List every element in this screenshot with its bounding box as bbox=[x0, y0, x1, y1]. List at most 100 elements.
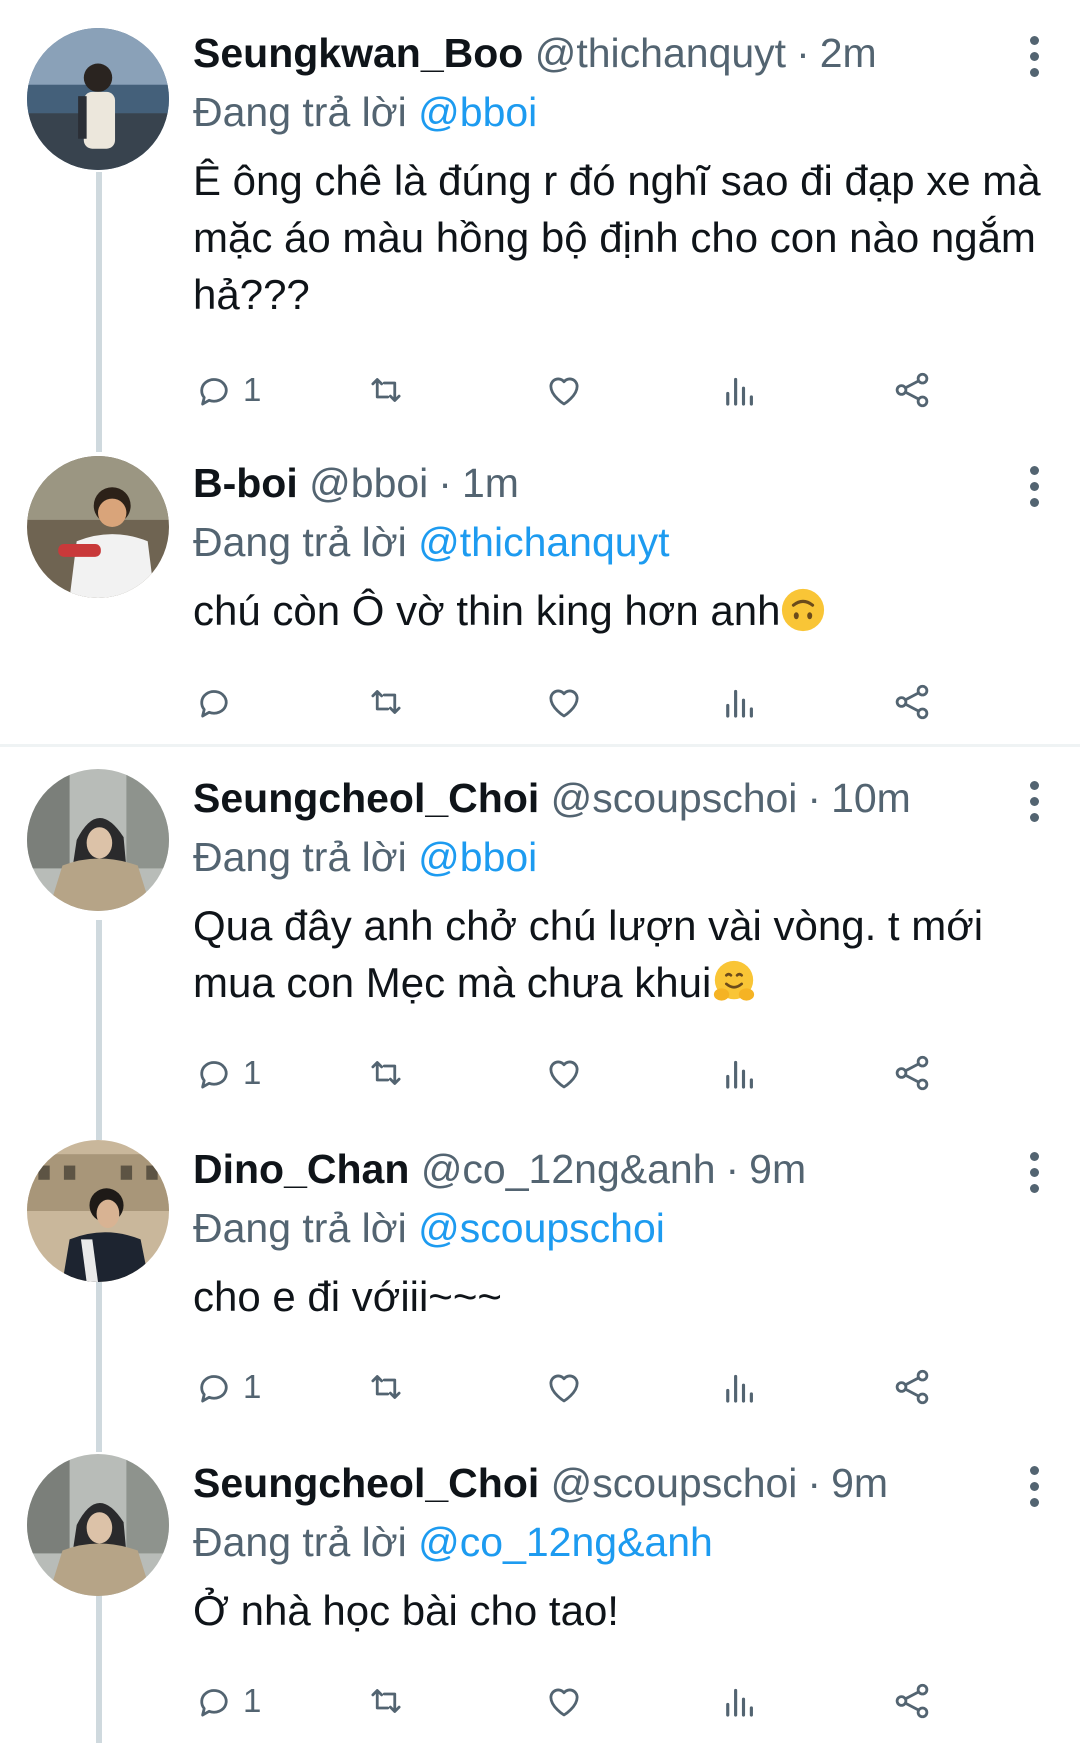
more-options-icon[interactable] bbox=[1028, 466, 1040, 508]
analytics-icon bbox=[726, 1060, 753, 1089]
mention-link[interactable]: @co_12ng&anh bbox=[418, 1519, 713, 1565]
man-street-photo-icon bbox=[27, 1140, 169, 1282]
reply-icon bbox=[200, 1689, 228, 1717]
tweet-text: cho e đi vớiii~~~ bbox=[193, 1273, 502, 1320]
replying-to: Đang trả lời @bboi bbox=[193, 829, 1060, 885]
replying-to: Đang trả lời @scoupschoi bbox=[193, 1200, 1060, 1256]
more-options-icon[interactable] bbox=[1028, 1466, 1040, 1508]
reply-button[interactable] bbox=[193, 672, 243, 732]
thread-connector bbox=[96, 1282, 102, 1452]
timestamp[interactable]: 2m bbox=[820, 30, 877, 76]
avatar[interactable] bbox=[27, 769, 169, 911]
tweet-text: Qua đây anh chở chú lượn vài vòng. t mới… bbox=[193, 897, 1060, 1011]
more-options-icon[interactable] bbox=[1028, 36, 1040, 78]
timestamp[interactable]: 9m bbox=[831, 1460, 888, 1506]
reply-button[interactable]: 1 bbox=[193, 1357, 261, 1417]
views-button[interactable] bbox=[719, 672, 761, 732]
display-name[interactable]: Seungcheol_Choi bbox=[193, 775, 539, 821]
tweet-header: B-boi @bboi · 1m bbox=[193, 452, 1060, 514]
retweet-button[interactable] bbox=[365, 1043, 407, 1103]
views-button[interactable] bbox=[719, 360, 761, 420]
reply-count: 1 bbox=[243, 371, 262, 408]
like-button[interactable] bbox=[543, 672, 585, 732]
user-handle[interactable]: @thichanquyt bbox=[535, 30, 786, 76]
avatar[interactable] bbox=[27, 1454, 169, 1596]
heart-icon bbox=[549, 377, 579, 406]
tweet-actions: 1 bbox=[193, 360, 1019, 420]
share-button[interactable] bbox=[891, 1671, 933, 1731]
timestamp[interactable]: 1m bbox=[462, 460, 519, 506]
mention-link[interactable]: @bboi bbox=[418, 834, 537, 880]
mention-link[interactable]: @thichanquyt bbox=[418, 519, 669, 565]
display-name[interactable]: Seungcheol_Choi bbox=[193, 1460, 539, 1506]
more-options-icon[interactable] bbox=[1028, 1152, 1040, 1194]
retweet-icon bbox=[371, 1375, 401, 1399]
reply-count: 1 bbox=[243, 1368, 262, 1405]
retweet-button[interactable] bbox=[365, 672, 407, 732]
share-button[interactable] bbox=[891, 1357, 933, 1417]
more-options-icon[interactable] bbox=[1028, 781, 1040, 823]
avatar[interactable] bbox=[27, 1140, 169, 1282]
user-handle[interactable]: @scoupschoi bbox=[551, 1460, 798, 1506]
display-name[interactable]: Dino_Chan bbox=[193, 1146, 409, 1192]
analytics-icon bbox=[726, 377, 753, 406]
analytics-icon bbox=[726, 1688, 753, 1717]
tweet-header: Seungkwan_Boo @thichanquyt · 2m bbox=[193, 22, 1060, 84]
views-button[interactable] bbox=[719, 1043, 761, 1103]
heart-icon bbox=[549, 1688, 579, 1717]
separator-dot: · bbox=[807, 775, 822, 821]
reply-button[interactable]: 1 bbox=[193, 1671, 261, 1731]
user-handle[interactable]: @scoupschoi bbox=[551, 775, 798, 821]
tweet-header: Seungcheol_Choi @scoupschoi · 9m bbox=[193, 1452, 1060, 1514]
like-button[interactable] bbox=[543, 1671, 585, 1731]
replying-to: Đang trả lời @bboi bbox=[193, 84, 1060, 140]
retweet-button[interactable] bbox=[365, 360, 407, 420]
tweet-text-content: chú còn Ô vờ thin king hơn anh bbox=[193, 587, 781, 634]
share-button[interactable] bbox=[891, 1043, 933, 1103]
share-button[interactable] bbox=[891, 672, 933, 732]
hugging-face-emoji-icon bbox=[714, 960, 755, 1001]
replying-label: Đang trả lời bbox=[193, 1519, 407, 1565]
separator-dot: · bbox=[725, 1146, 740, 1192]
user-handle[interactable]: @co_12ng&anh bbox=[421, 1146, 716, 1192]
tweet-text: Ê ông chê là đúng r đó nghĩ sao đi đạp x… bbox=[193, 157, 1041, 318]
like-button[interactable] bbox=[543, 1043, 585, 1103]
avatar[interactable] bbox=[27, 28, 169, 170]
like-button[interactable] bbox=[543, 1357, 585, 1417]
avatar[interactable] bbox=[27, 456, 169, 598]
heart-icon bbox=[549, 1374, 579, 1403]
child-photo-icon bbox=[27, 456, 169, 598]
hooded-man-photo-icon bbox=[27, 769, 169, 911]
person-beach-photo-icon bbox=[27, 28, 169, 170]
user-handle[interactable]: @bboi bbox=[309, 460, 428, 506]
share-icon bbox=[895, 684, 929, 720]
views-button[interactable] bbox=[719, 1357, 761, 1417]
share-icon bbox=[895, 1683, 929, 1719]
retweet-button[interactable] bbox=[365, 1671, 407, 1731]
share-icon bbox=[895, 1369, 929, 1405]
reply-button[interactable]: 1 bbox=[193, 360, 261, 420]
replying-label: Đang trả lời bbox=[193, 834, 407, 880]
mention-link[interactable]: @scoupschoi bbox=[418, 1205, 665, 1251]
tweet-text-content: Qua đây anh chở chú lượn vài vòng. t mới… bbox=[193, 902, 984, 1006]
reply-button[interactable]: 1 bbox=[193, 1043, 261, 1103]
reply-count: 1 bbox=[243, 1682, 262, 1719]
share-button[interactable] bbox=[891, 360, 933, 420]
separator-dot: · bbox=[796, 30, 810, 76]
analytics-icon bbox=[726, 689, 753, 718]
heart-icon bbox=[549, 689, 579, 718]
views-button[interactable] bbox=[719, 1671, 761, 1731]
timestamp[interactable]: 10m bbox=[831, 775, 911, 821]
thread-connector bbox=[96, 172, 102, 452]
display-name[interactable]: B-boi bbox=[193, 460, 298, 506]
timestamp[interactable]: 9m bbox=[749, 1146, 806, 1192]
mention-link[interactable]: @bboi bbox=[418, 89, 537, 135]
replying-label: Đang trả lời bbox=[193, 89, 407, 135]
like-button[interactable] bbox=[543, 360, 585, 420]
upside-down-face-emoji-icon bbox=[782, 588, 825, 632]
reply-icon bbox=[200, 690, 228, 718]
retweet-button[interactable] bbox=[365, 1357, 407, 1417]
thread-connector bbox=[96, 920, 102, 1140]
separator-dot: · bbox=[807, 1460, 822, 1506]
display-name[interactable]: Seungkwan_Boo bbox=[193, 30, 523, 76]
